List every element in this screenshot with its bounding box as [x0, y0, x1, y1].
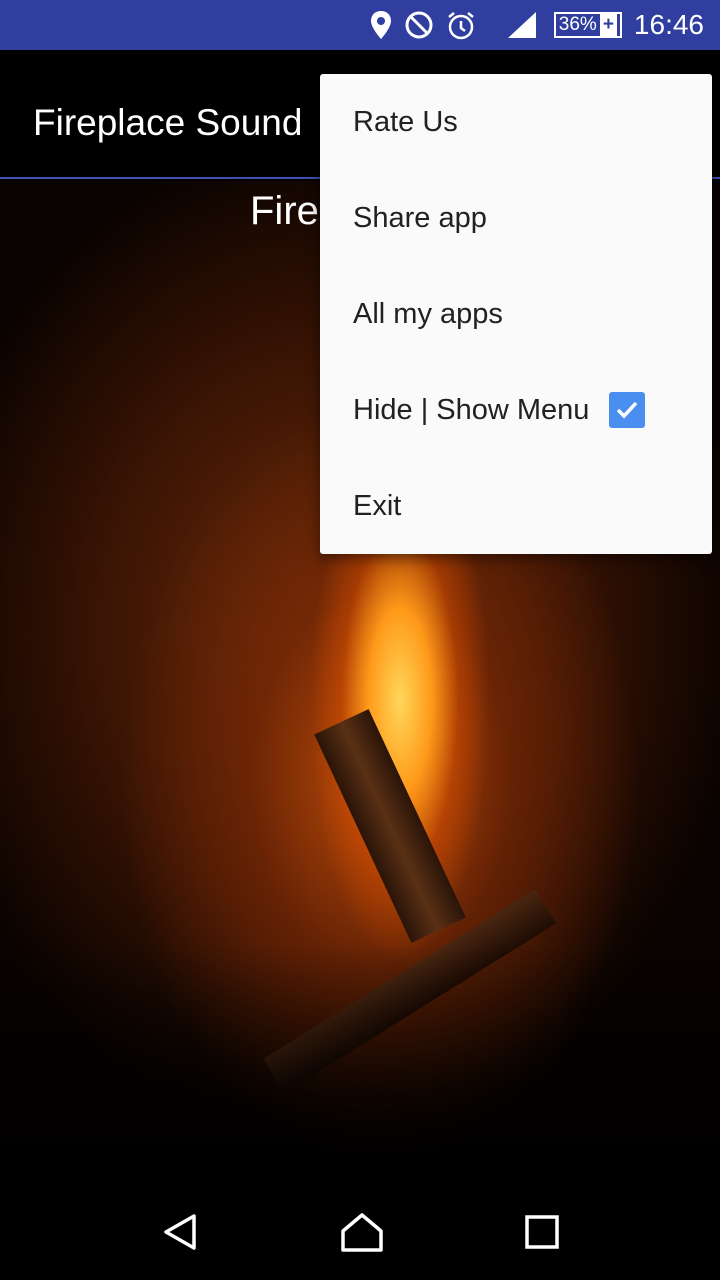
alarm-icon	[448, 12, 474, 40]
battery-percent: 36%	[558, 14, 597, 35]
checkbox[interactable]	[609, 392, 646, 428]
app-title: Fireplace Sound	[33, 102, 303, 143]
overflow-menu: Rate Us Share app All my apps Hide | Sho…	[320, 74, 712, 554]
check-icon	[617, 401, 638, 419]
status-bar: 36% + 16:46	[0, 0, 720, 50]
location-icon	[370, 11, 391, 39]
recents-icon[interactable]	[524, 1214, 560, 1250]
content-title: Fire	[250, 189, 319, 233]
battery-icon: 36% +	[553, 12, 622, 38]
log	[314, 709, 466, 943]
home-icon[interactable]	[340, 1212, 384, 1252]
menu-item-hide-show-menu[interactable]: Hide | Show Menu	[320, 362, 712, 458]
signal-icon	[507, 12, 536, 38]
back-icon[interactable]	[160, 1212, 200, 1252]
navigation-bar	[0, 1184, 720, 1280]
do-not-disturb-icon	[405, 11, 433, 39]
menu-item-all-my-apps[interactable]: All my apps	[320, 266, 712, 362]
clock: 16:46	[633, 9, 704, 40]
menu-item-rate-us[interactable]: Rate Us	[320, 74, 712, 170]
menu-item-share-app[interactable]: Share app	[320, 170, 712, 266]
menu-item-exit[interactable]: Exit	[320, 458, 712, 554]
